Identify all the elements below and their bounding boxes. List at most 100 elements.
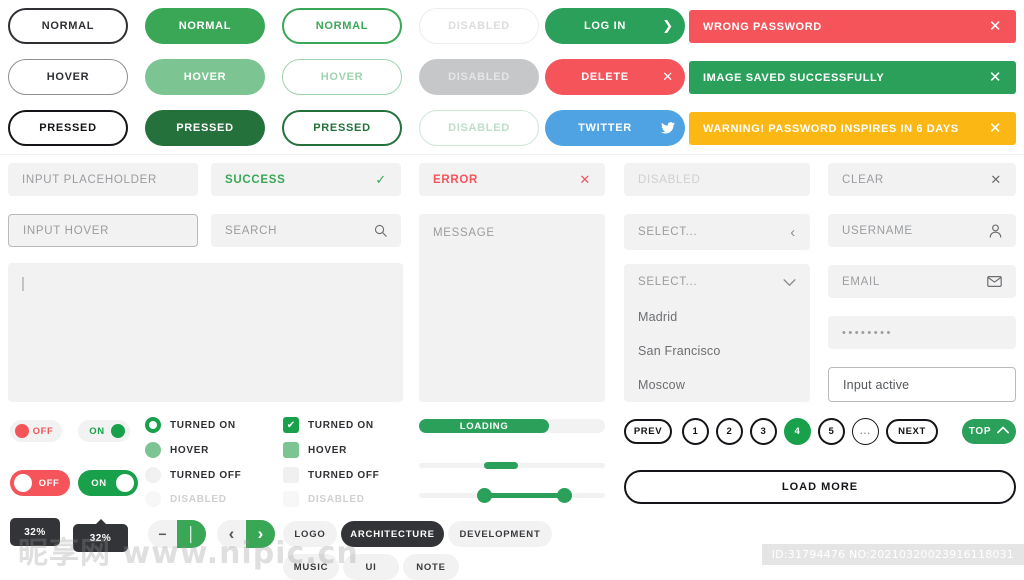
checkbox-icon — [283, 442, 299, 458]
button-outline-pressed[interactable]: PRESSED — [8, 110, 128, 146]
radio-turned-on[interactable]: TURNED ON — [145, 417, 236, 433]
input-username[interactable]: USERNAME — [828, 214, 1016, 247]
chevron-left-icon: ‹ — [790, 223, 796, 241]
plus-icon[interactable]: │ — [177, 520, 206, 548]
checkbox-label: HOVER — [308, 444, 348, 456]
slider-single-fill[interactable] — [484, 462, 518, 469]
scroll-to-top-button[interactable]: TOP — [962, 419, 1016, 444]
button-label: TWITTER — [578, 122, 632, 134]
checkbox-turned-on[interactable]: ✔ TURNED ON — [283, 417, 374, 433]
toggle-on-large[interactable]: ON — [78, 470, 138, 496]
stepper-minus-plus[interactable]: − │ — [148, 520, 206, 548]
radio-icon — [145, 491, 161, 507]
textarea-message[interactable]: MESSAGE — [419, 214, 605, 402]
input-search[interactable]: SEARCH — [211, 214, 401, 247]
close-icon[interactable]: ✕ — [990, 172, 1002, 188]
button-label: NORMAL — [41, 20, 95, 32]
slider-thumb-high[interactable] — [556, 488, 572, 503]
tag-development[interactable]: DEVELOPMENT — [448, 521, 552, 547]
pagination-page-3[interactable]: 3 — [750, 418, 777, 445]
select-collapsed[interactable]: SELECT... ‹ — [624, 214, 810, 250]
search-icon[interactable] — [374, 224, 387, 237]
pagination-label: PREV — [633, 426, 663, 437]
pagination-next[interactable]: NEXT — [886, 419, 938, 444]
radio-label: TURNED ON — [170, 419, 236, 431]
button-ghost-hover[interactable]: HOVER — [282, 59, 402, 95]
chevron-up-icon — [997, 426, 1010, 437]
select-option-madrid[interactable]: Madrid — [624, 300, 810, 334]
close-icon[interactable]: ✕ — [989, 121, 1002, 136]
button-label: NORMAL — [178, 20, 232, 32]
select-option-san-francisco[interactable]: San Francisco — [624, 334, 810, 368]
chevron-right-icon[interactable]: › — [246, 520, 275, 548]
tag-ui[interactable]: UI — [343, 554, 399, 580]
slider-range-track[interactable] — [419, 488, 605, 503]
button-outline-normal[interactable]: NORMAL — [8, 8, 128, 44]
pagination-ellipsis: ... — [852, 418, 879, 445]
chevron-left-icon[interactable]: ‹ — [217, 520, 246, 548]
select-open[interactable]: SELECT... Madrid San Francisco Moscow — [624, 264, 810, 402]
input-active[interactable]: Input active — [828, 367, 1016, 402]
radio-turned-off[interactable]: TURNED OFF — [145, 467, 241, 483]
pagination-page-5[interactable]: 5 — [818, 418, 845, 445]
checkbox-turned-off[interactable]: TURNED OFF — [283, 467, 379, 483]
radio-label: DISABLED — [170, 493, 227, 505]
button-solid-normal[interactable]: NORMAL — [145, 8, 265, 44]
button-label: PRESSED — [313, 122, 371, 134]
button-solid-pressed[interactable]: PRESSED — [145, 110, 265, 146]
toggle-off-small[interactable]: OFF — [10, 420, 62, 442]
toggle-on-small[interactable]: ON — [78, 420, 130, 442]
pagination-prev[interactable]: PREV — [624, 419, 672, 444]
slider-single-track[interactable] — [419, 462, 605, 469]
option-label: Moscow — [638, 378, 686, 392]
input-error[interactable]: ERROR ✕ — [419, 163, 605, 196]
button-disabled-2: DISABLED — [419, 59, 539, 95]
button-outline-hover[interactable]: HOVER — [8, 59, 128, 95]
input-password[interactable]: •••••••• — [828, 316, 1016, 349]
user-icon — [989, 223, 1002, 238]
select-option-moscow[interactable]: Moscow — [624, 368, 810, 402]
input-placeholder-text: EMAIL — [842, 275, 881, 288]
input-placeholder-text: INPUT HOVER — [23, 224, 110, 237]
tag-music[interactable]: MUSIC — [283, 554, 339, 580]
close-icon[interactable]: ✕ — [989, 70, 1002, 85]
input-value: SUCCESS — [225, 173, 286, 186]
tag-logo[interactable]: LOGO — [283, 521, 337, 547]
chevron-right-icon: ❯ — [662, 18, 674, 33]
slider-thumb-low[interactable] — [476, 488, 492, 503]
delete-button[interactable]: DELETE ✕ — [545, 59, 685, 95]
pagination-page-1[interactable]: 1 — [682, 418, 709, 445]
input-hover[interactable]: INPUT HOVER — [8, 214, 198, 247]
input-placeholder[interactable]: INPUT PLACEHOLDER — [8, 163, 198, 196]
input-success[interactable]: SUCCESS ✓ — [211, 163, 401, 196]
button-ghost-pressed[interactable]: PRESSED — [282, 110, 402, 146]
load-more-button[interactable]: LOAD MORE — [624, 470, 1016, 504]
button-ghost-normal[interactable]: NORMAL — [282, 8, 402, 44]
close-icon[interactable]: ✕ — [989, 19, 1002, 34]
toggle-off-large[interactable]: OFF — [10, 470, 70, 496]
radio-hover[interactable]: HOVER — [145, 442, 209, 458]
input-clear[interactable]: CLEAR ✕ — [828, 163, 1016, 196]
textarea-large[interactable] — [8, 263, 403, 402]
pagination-page-4-active[interactable]: 4 — [784, 418, 811, 445]
button-disabled-3: DISABLED — [419, 110, 539, 146]
close-icon[interactable]: ✕ — [579, 172, 591, 188]
input-placeholder-text: INPUT PLACEHOLDER — [22, 173, 158, 186]
tag-architecture-selected[interactable]: ARCHITECTURE — [341, 521, 444, 547]
login-button[interactable]: LOG IN ❯ — [545, 8, 685, 44]
stepper-prev-next[interactable]: ‹ › — [217, 520, 275, 548]
button-solid-hover[interactable]: HOVER — [145, 59, 265, 95]
check-icon: ✓ — [375, 171, 387, 187]
select-header[interactable]: SELECT... ‹ — [624, 214, 810, 250]
input-email[interactable]: EMAIL — [828, 265, 1016, 298]
checkbox-label: TURNED OFF — [308, 469, 380, 481]
toggle-label: OFF — [38, 477, 60, 489]
select-header[interactable]: SELECT... — [624, 264, 810, 300]
option-label: San Francisco — [638, 344, 721, 358]
twitter-button[interactable]: TWITTER — [545, 110, 685, 146]
pagination-page-2[interactable]: 2 — [716, 418, 743, 445]
button-label: LOG IN — [583, 20, 627, 32]
tag-note[interactable]: NOTE — [403, 554, 459, 580]
minus-icon[interactable]: − — [148, 520, 177, 548]
checkbox-hover[interactable]: HOVER — [283, 442, 347, 458]
